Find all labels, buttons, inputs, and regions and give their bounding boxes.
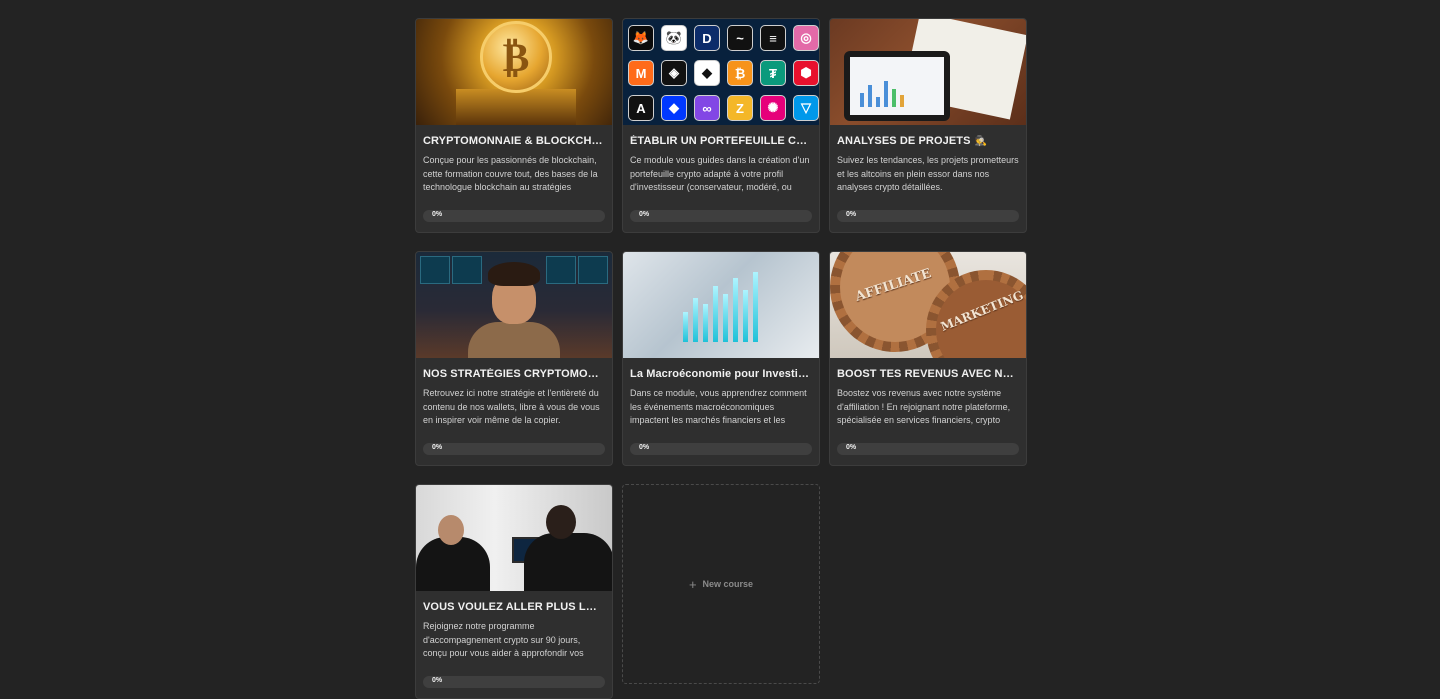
course-description: Ce module vous guides dans la création d… <box>630 155 810 192</box>
crypto-logo-icon: ◈ <box>661 60 687 86</box>
progress-label: 0% <box>432 211 443 218</box>
plus-icon: + <box>688 576 697 592</box>
person-shape <box>524 533 612 591</box>
coaching-meeting-image <box>416 485 612 591</box>
progress-bar: 0% <box>423 676 605 688</box>
tablet-shape <box>844 51 950 121</box>
course-title: ANALYSES DE PROJETS 🕵️ <box>837 135 1019 147</box>
crypto-logo-icon: ₿ <box>727 60 753 86</box>
crypto-logo-icon: D <box>694 25 720 51</box>
crypto-logo-icon: 🦊 <box>628 25 654 51</box>
course-grid: ₿ CRYPTOMONNAIE & BLOCKCHAIN Conçue pour… <box>415 18 1027 699</box>
course-description: Conçue pour les passionnés de blockchain… <box>423 155 598 192</box>
progress-bar: 0% <box>837 210 1019 222</box>
course-card-analyses-projets[interactable]: ANALYSES DE PROJETS 🕵️ Suivez les tendanc… <box>829 18 1027 233</box>
course-description: Suivez les tendances, les projets promet… <box>837 155 1019 192</box>
course-card-cryptomonnaie-blockchain[interactable]: ₿ CRYPTOMONNAIE & BLOCKCHAIN Conçue pour… <box>415 18 613 233</box>
crypto-logo-icon: ▽ <box>793 95 819 121</box>
progress-label: 0% <box>432 677 443 684</box>
crypto-logos-grid-image: 🦊 🐼 D ~ ≡ ◎ M ◈ ◆ ₿ ₮ ⬢ A ◆ ∞ Z ✺ ▽ <box>623 19 819 125</box>
course-card-strategies[interactable]: NOS STRATÉGIES CRYPTOMONN... Retrouvez i… <box>415 251 613 466</box>
progress-bar: 0% <box>630 443 812 455</box>
person-shape <box>468 322 560 358</box>
new-course-button[interactable]: + New course <box>622 484 820 684</box>
crypto-logo-icon: ◎ <box>793 25 819 51</box>
bitcoin-icon: ₿ <box>480 21 552 93</box>
course-description: Retrouvez ici notre stratégie et l'entiè… <box>423 388 600 425</box>
pedestal-shape <box>456 89 576 125</box>
course-card-portefeuille[interactable]: 🦊 🐼 D ~ ≡ ◎ M ◈ ◆ ₿ ₮ ⬢ A ◆ ∞ Z ✺ ▽ ÉTABLIR UN PORTEFEUIL… <box>622 18 820 233</box>
progress-label: 0% <box>846 444 857 451</box>
course-title: NOS STRATÉGIES CRYPTOMONN... <box>423 368 605 380</box>
progress-label: 0% <box>432 444 443 451</box>
crypto-logo-icon: ∞ <box>694 95 720 121</box>
macro-chart-hologram-image <box>623 252 819 358</box>
crypto-logo-icon: ⬢ <box>793 60 819 86</box>
crypto-logo-icon: ◆ <box>661 95 687 121</box>
course-card-affiliation[interactable]: AFFILIATE MARKETING BOOST TES REVENUS AV… <box>829 251 1027 466</box>
crypto-logo-icon: 🐼 <box>661 25 687 51</box>
course-card-macroeconomie[interactable]: La Macroéconomie pour Investir I... Dans… <box>622 251 820 466</box>
detective-icon: 🕵️ <box>974 136 988 147</box>
course-title: La Macroéconomie pour Investir I... <box>630 368 812 380</box>
crypto-logo-grid: 🦊 🐼 D ~ ≡ ◎ M ◈ ◆ ₿ ₮ ⬢ A ◆ ∞ Z ✺ ▽ <box>628 25 819 121</box>
crypto-logo-icon: ≡ <box>760 25 786 51</box>
course-card-aller-plus-loin[interactable]: VOUS VOULEZ ALLER PLUS LOIN ? Rejoignez … <box>415 484 613 699</box>
crypto-logo-icon: A <box>628 95 654 121</box>
person-head-shape <box>546 505 576 539</box>
progress-bar: 0% <box>837 443 1019 455</box>
progress-label: 0% <box>639 444 650 451</box>
crypto-logo-icon: ✺ <box>760 95 786 121</box>
progress-bar: 0% <box>423 210 605 222</box>
course-title: BOOST TES REVENUS AVEC NOT... <box>837 368 1019 380</box>
new-course-label: New course <box>702 579 754 589</box>
course-description: Dans ce module, vous apprendrez comment … <box>630 388 807 425</box>
affiliate-marketing-gears-image: AFFILIATE MARKETING <box>830 252 1026 358</box>
tablet-analytics-image <box>830 19 1026 125</box>
crypto-logo-icon: ◆ <box>694 60 720 86</box>
course-title-text: ANALYSES DE PROJETS <box>837 135 971 147</box>
crypto-logo-icon: ~ <box>727 25 753 51</box>
trader-desk-image <box>416 252 612 358</box>
progress-label: 0% <box>639 211 650 218</box>
crypto-logo-icon: Z <box>727 95 753 121</box>
person-shape <box>416 537 490 591</box>
progress-label: 0% <box>846 211 857 218</box>
progress-bar: 0% <box>423 443 605 455</box>
progress-bar: 0% <box>630 210 812 222</box>
course-title: VOUS VOULEZ ALLER PLUS LOIN ? <box>423 601 605 613</box>
person-hair-shape <box>488 262 540 286</box>
course-title: CRYPTOMONNAIE & BLOCKCHAIN <box>423 135 605 147</box>
person-head-shape <box>438 515 464 545</box>
crypto-logo-icon: ₮ <box>760 60 786 86</box>
bitcoin-gold-coin-image: ₿ <box>416 19 612 125</box>
crypto-logo-icon: M <box>628 60 654 86</box>
course-title: ÉTABLIR UN PORTEFEUILLE CRY... <box>630 135 812 147</box>
course-description: Boostez vos revenus avec notre système d… <box>837 388 1011 425</box>
course-description: Rejoignez notre programme d'accompagneme… <box>423 621 584 658</box>
